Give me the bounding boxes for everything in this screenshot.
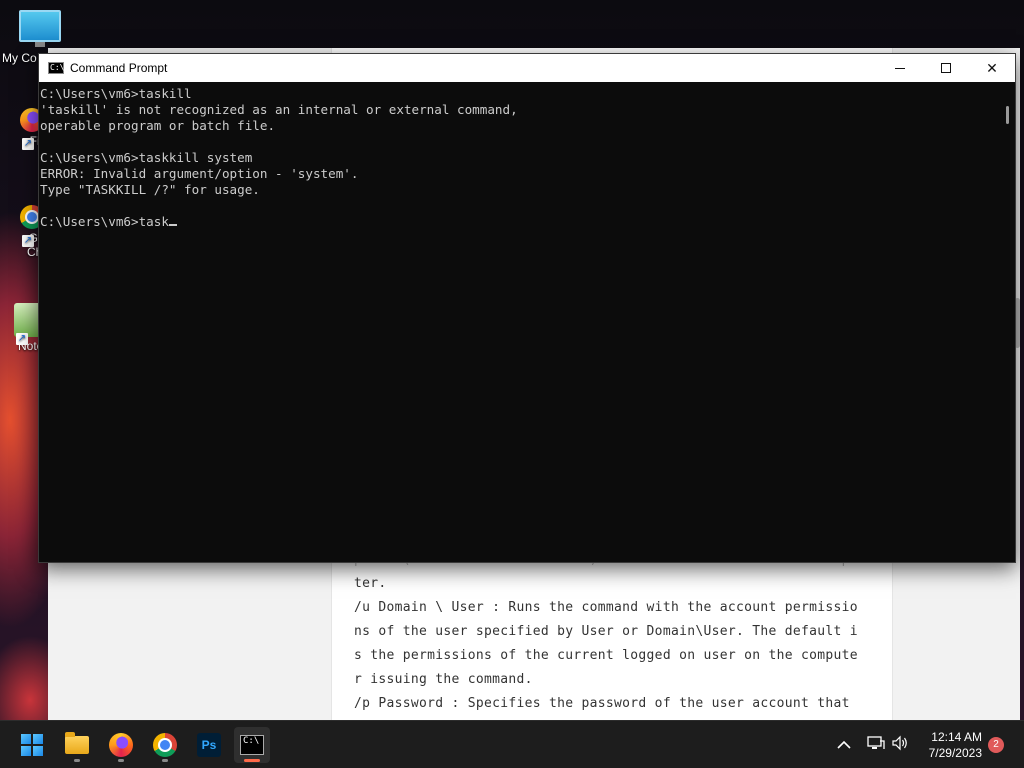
document-line: ter. xyxy=(354,576,387,591)
minimize-button[interactable] xyxy=(877,54,923,82)
close-icon: ✕ xyxy=(986,59,998,76)
windows-start-icon xyxy=(21,734,43,756)
document-line: r issuing the command. xyxy=(354,672,533,687)
terminal-line: ERROR: Invalid argument/option - 'system… xyxy=(40,166,359,181)
command-prompt-window[interactable]: C:\ Command Prompt ✕ C:\Users\vm6>taskil… xyxy=(38,53,1016,563)
terminal-line: 'taskill' is not recognized as an intern… xyxy=(40,102,518,117)
my-computer-icon xyxy=(19,10,61,42)
taskbar-file-explorer[interactable] xyxy=(59,727,95,763)
document-line: s the permissions of the current logged … xyxy=(354,648,858,663)
taskbar: Ps C:\ 12:14 AM 7/29/2023 2 xyxy=(0,720,1024,768)
terminal-icon: C:\ xyxy=(48,62,65,74)
terminal-input-line[interactable]: C:\Users\vm6>task xyxy=(40,214,999,230)
text-cursor xyxy=(168,224,177,226)
firefox-icon xyxy=(109,733,133,757)
terminal-line: Type "TASKKILL /?" for usage. xyxy=(40,182,260,197)
terminal-line: C:\Users\vm6>taskill xyxy=(40,86,192,101)
scrollbar-thumb[interactable] xyxy=(1006,106,1009,124)
terminal-line: operable program or batch file. xyxy=(40,118,276,133)
taskbar-command-prompt[interactable]: C:\ xyxy=(234,727,270,763)
taskbar-chrome[interactable] xyxy=(147,727,183,763)
minimize-icon xyxy=(895,67,905,69)
window-title: Command Prompt xyxy=(70,61,168,75)
document-line: /u Domain \ User : Runs the command with… xyxy=(354,600,858,615)
volume-icon[interactable] xyxy=(890,735,910,755)
shortcut-arrow-icon: ↗ xyxy=(22,138,34,150)
notification-badge[interactable]: 2 xyxy=(988,737,1004,753)
maximize-button[interactable] xyxy=(923,54,969,82)
terminal-icon: C:\ xyxy=(240,735,264,755)
document-line: /p Password : Specifies the password of … xyxy=(354,696,850,711)
chrome-icon xyxy=(153,733,177,757)
taskbar-clock[interactable]: 12:14 AM 7/29/2023 xyxy=(929,729,982,761)
terminal-prompt-input[interactable]: C:\Users\vm6>task xyxy=(40,214,169,229)
network-icon[interactable] xyxy=(866,735,886,755)
window-titlebar[interactable]: C:\ Command Prompt ✕ xyxy=(39,54,1015,82)
folder-icon xyxy=(65,732,89,754)
photoshop-icon: Ps xyxy=(197,733,221,757)
system-tray: 12:14 AM 7/29/2023 2 xyxy=(824,721,1024,768)
close-button[interactable]: ✕ xyxy=(969,54,1015,82)
maximize-icon xyxy=(941,63,951,73)
taskbar-photoshop[interactable]: Ps xyxy=(191,727,227,763)
document-line: ns of the user specified by User or Doma… xyxy=(354,624,858,639)
shortcut-arrow-icon: ↗ xyxy=(16,333,28,345)
clock-time: 12:14 AM xyxy=(931,730,982,744)
chevron-up-icon[interactable] xyxy=(834,735,854,755)
shortcut-arrow-icon: ↗ xyxy=(22,235,34,247)
clock-date: 7/29/2023 xyxy=(928,746,982,760)
taskbar-firefox[interactable] xyxy=(103,727,139,763)
terminal-line: C:\Users\vm6>taskkill system xyxy=(40,150,253,165)
start-button[interactable] xyxy=(14,727,50,763)
terminal-output[interactable]: C:\Users\vm6>taskill 'taskill' is not re… xyxy=(39,82,999,562)
terminal-scrollbar[interactable] xyxy=(999,82,1015,562)
document-text: puter (Do not use backslashes). The defa… xyxy=(354,548,874,716)
